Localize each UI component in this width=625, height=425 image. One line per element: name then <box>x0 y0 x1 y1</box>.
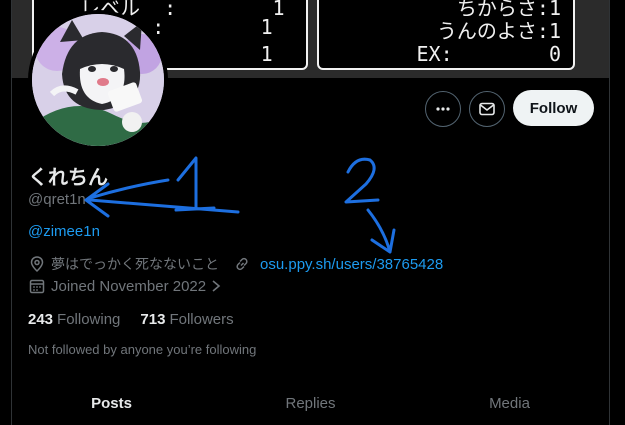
location-text: 夢はでっかく死なないこと <box>51 257 219 273</box>
following-count: 243 <box>28 311 54 328</box>
banner-stat-line: うんのよさ:1 <box>436 19 561 43</box>
location-pin-icon <box>28 255 46 273</box>
follow-button[interactable]: Follow <box>513 90 594 126</box>
following-label: Following <box>57 311 121 328</box>
following-link[interactable]: 243 Following <box>28 311 120 328</box>
link-icon <box>233 255 251 273</box>
followers-count: 713 <box>140 311 166 328</box>
banner-stat-box-right: ちからさ:1 うんのよさ:1 EX: 0 <box>317 0 575 70</box>
tab-media[interactable]: Media <box>410 382 609 425</box>
profile-meta-row: 夢はでっかく死なないこと osu.ppy.sh/users/38765428 <box>28 254 443 274</box>
more-options-button[interactable] <box>425 91 461 127</box>
chevron-right-icon <box>210 279 222 293</box>
follow-stats: 243 Following 713 Followers <box>28 311 254 328</box>
display-name: くれちん <box>28 165 108 189</box>
website-link[interactable]: osu.ppy.sh/users/38765428 <box>260 256 443 273</box>
followers-label: Followers <box>169 311 234 328</box>
bio-mention-link[interactable]: @zimee1n <box>28 223 100 240</box>
user-handle: @qret1n <box>28 191 86 208</box>
tab-replies[interactable]: Replies <box>211 382 410 425</box>
avatar-illustration <box>32 14 164 146</box>
avatar[interactable] <box>28 10 168 150</box>
followers-link[interactable]: 713 Followers <box>140 311 233 328</box>
followed-by-text: Not followed by anyone you’re following <box>28 342 257 357</box>
tab-posts[interactable]: Posts <box>12 382 211 425</box>
envelope-icon <box>479 102 495 116</box>
more-dots-icon <box>436 107 450 111</box>
message-button[interactable] <box>469 91 505 127</box>
profile-tabs: Posts Replies Media <box>12 382 609 425</box>
calendar-icon <box>28 277 46 295</box>
joined-row[interactable]: Joined November 2022 <box>28 276 222 296</box>
banner-stat-line: EX: 0 <box>416 42 562 66</box>
joined-date: Joined November 2022 <box>51 277 207 295</box>
